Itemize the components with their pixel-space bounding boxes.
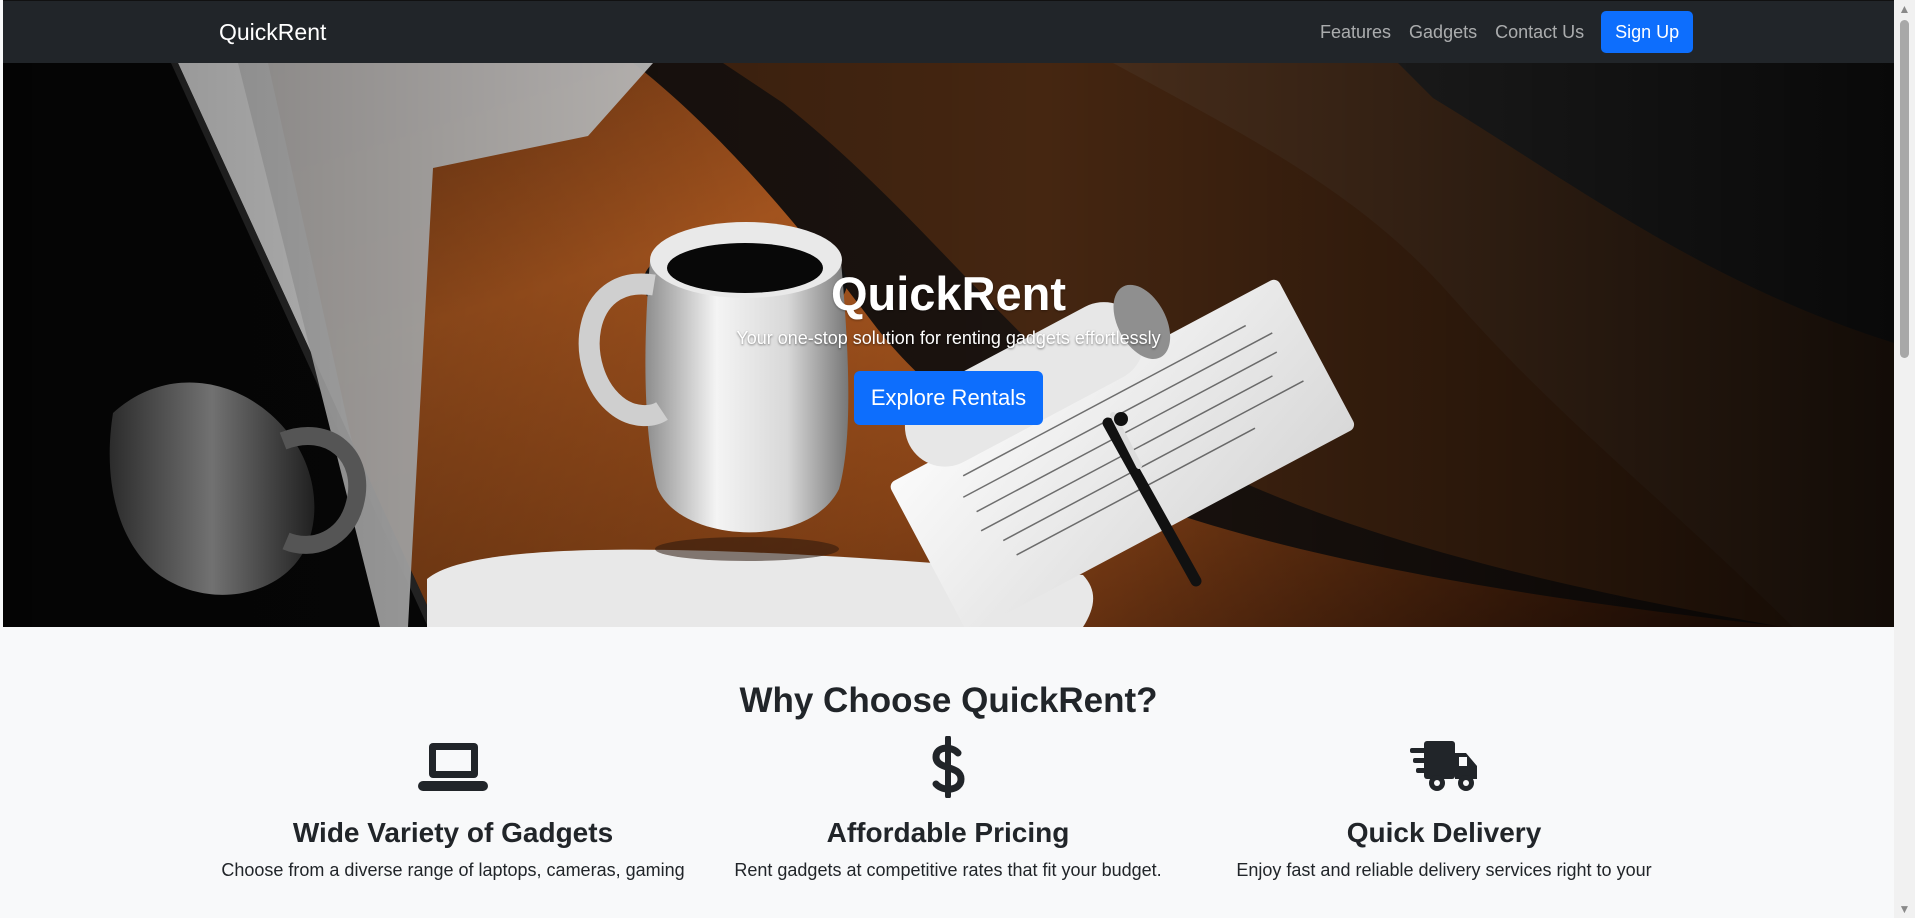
hero-title: QuickRent [830,267,1067,320]
feature-title-pricing: Affordable Pricing [826,817,1070,848]
feature-card-delivery: Quick Delivery Enjoy fast and reliable d… [1199,741,1689,882]
sign-up-button[interactable]: Sign Up [1601,10,1694,53]
hero-section: QuickRent Your one-stop solution for ren… [3,63,1894,627]
nav-link-contact-us[interactable]: Contact Us [1495,21,1584,43]
scroll-thumb[interactable] [1900,20,1909,358]
browser-viewport[interactable]: QuickRent Features Gadgets Contact Us Si… [3,0,1894,918]
delivery-truck-icon [1408,736,1480,798]
feature-text-variety: Choose from a diverse range of laptops, … [221,860,685,880]
feature-title-delivery: Quick Delivery [1346,817,1542,848]
explore-rentals-button[interactable]: Explore Rentals [854,371,1043,425]
page: QuickRent Features Gadgets Contact Us Si… [0,0,1915,918]
features-title: Why Choose QuickRent? [739,681,1158,720]
feature-text-pricing: Rent gadgets at competitive rates that f… [734,860,1162,880]
feature-text-delivery: Enjoy fast and reliable delivery service… [1236,860,1652,880]
dollar-icon [912,735,984,799]
vertical-scrollbar[interactable]: ▲ ▼ [1894,0,1915,918]
scroll-up-arrow[interactable]: ▲ [1894,1,1915,18]
nav-link-gadgets[interactable]: Gadgets [1409,21,1477,43]
feature-card-pricing: Affordable Pricing Rent gadgets at compe… [703,735,1193,882]
laptop-icon [417,736,489,798]
navbar-links: Features Gadgets Contact Us Sign Up [1320,10,1694,53]
scroll-down-arrow[interactable]: ▼ [1894,901,1915,918]
nav-link-features[interactable]: Features [1320,21,1391,43]
features-section: Why Choose QuickRent? Wide Variety of Ga… [3,627,1894,918]
top-navbar: QuickRent Features Gadgets Contact Us Si… [3,0,1894,63]
dollar-icon [932,735,965,799]
laptop-icon [418,743,488,791]
brand-logo-link[interactable]: QuickRent [219,18,326,46]
delivery-truck-icon [1410,741,1477,791]
hero-subtitle: Your one-stop solution for renting gadge… [736,328,1161,348]
feature-title-variety: Wide Variety of Gadgets [292,817,614,848]
feature-card-variety: Wide Variety of Gadgets Choose from a di… [208,743,698,882]
